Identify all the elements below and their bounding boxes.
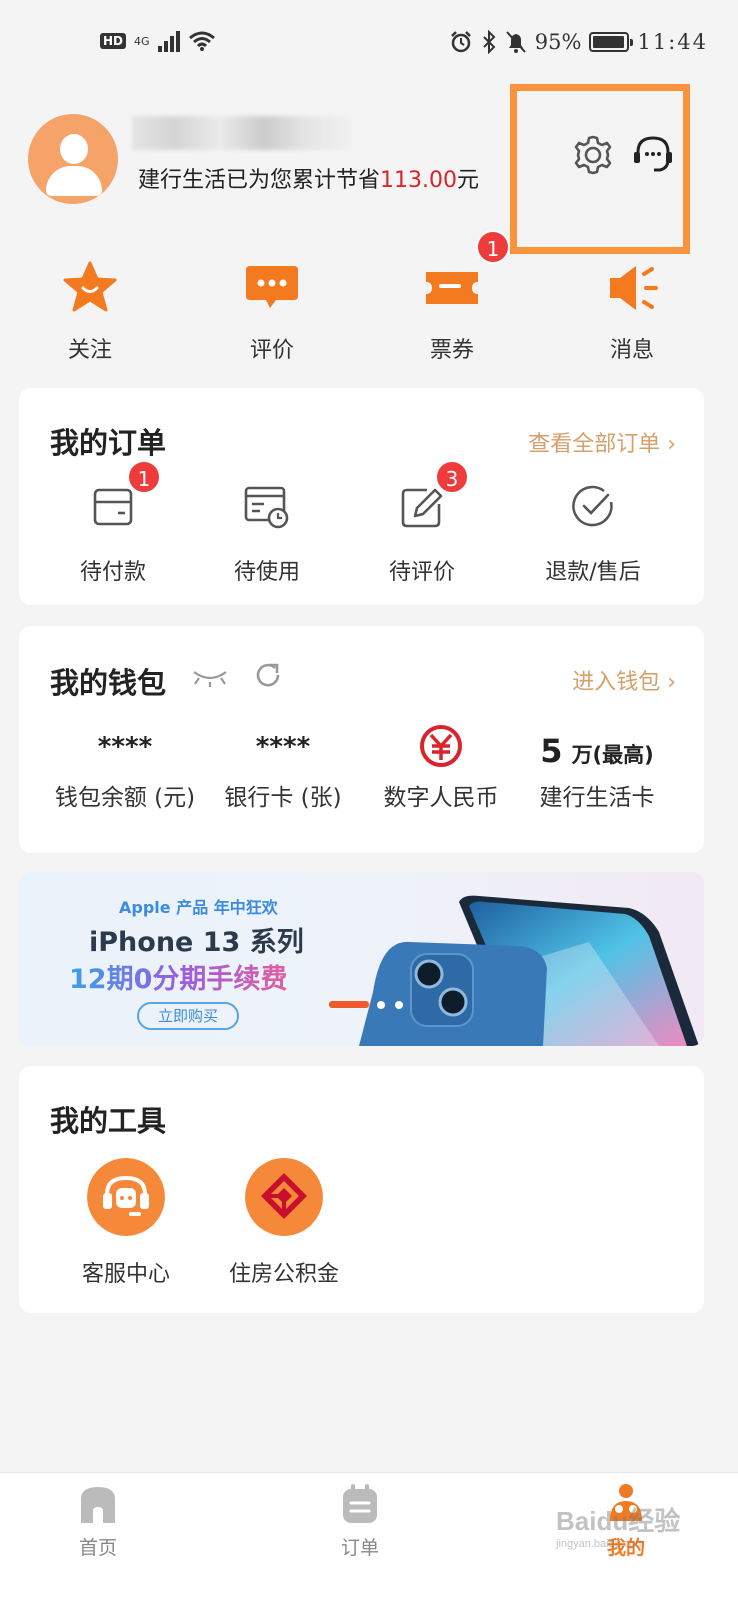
wifi-icon <box>188 31 215 51</box>
network-type: 4G <box>134 34 150 48</box>
banner-top-text: Apple 产品 年中狂欢 <box>119 898 278 917</box>
pending-payment-badge: 1 <box>127 460 161 494</box>
banner-title: iPhone 13 系列 <box>89 927 304 958</box>
tool-customer-service[interactable]: 客服中心 <box>51 1158 201 1288</box>
ticket-icon <box>426 272 478 304</box>
watermark: Baidu经验 jingyan.baidu.com <box>556 1506 681 1550</box>
tools-title: 我的工具 <box>50 1104 167 1138</box>
digital-rmb-icon <box>420 725 462 767</box>
battery-icon <box>589 32 634 52</box>
bank-cards[interactable]: **** 银行卡 (张) <box>193 732 373 812</box>
alarm-icon <box>450 31 471 53</box>
quick-action-messages[interactable]: 消息 <box>572 258 692 364</box>
quick-action-review[interactable]: 评价 <box>212 258 332 364</box>
status-left: HD 4G <box>100 30 216 52</box>
chat-icon <box>246 266 298 308</box>
quick-action-follow[interactable]: 关注 <box>30 258 150 364</box>
refresh-icon[interactable] <box>253 660 283 690</box>
bluetooth-icon <box>483 30 496 54</box>
status-right: 95% 11:44 <box>449 30 708 54</box>
order-refund[interactable]: 退款/售后 <box>513 482 673 586</box>
order-pending-payment[interactable]: 待付款 <box>33 482 193 586</box>
order-to-review[interactable]: 待评价 <box>342 482 502 586</box>
ccb-life-card[interactable]: 5 万(最高) 建行生活卡 <box>507 732 687 812</box>
buy-now-button[interactable]: 立即购买 <box>137 1002 239 1030</box>
hd-indicator: HD <box>100 33 127 49</box>
order-icon <box>343 1484 377 1523</box>
digital-rmb[interactable]: 数字人民币 <box>351 725 531 812</box>
card-clock-icon <box>244 486 289 529</box>
bottom-nav: 首页 订单 我的 Baidu经验 jingyan.baidu.com <box>0 1472 738 1600</box>
view-all-orders-link[interactable]: 查看全部订单 › <box>528 426 676 458</box>
orders-title: 我的订单 <box>50 426 167 460</box>
eye-closed-icon[interactable] <box>191 664 229 688</box>
orders-card: 我的订单 查看全部订单 › 待付款 1 待使用 待评价 3 退款/售后 <box>19 388 704 605</box>
tool-housing-fund[interactable]: 住房公积金 <box>209 1158 359 1288</box>
wallet-card: 我的钱包 进入钱包 › **** 钱包余额 (元) **** 银行卡 (张) 数… <box>19 626 704 853</box>
wallet-balance[interactable]: **** 钱包余额 (元) <box>35 732 215 812</box>
iphone-image <box>329 895 699 1046</box>
to-review-badge: 3 <box>435 460 469 494</box>
signal-icon <box>157 30 180 52</box>
tools-card: 我的工具 客服中心 住房公积金 <box>19 1066 704 1313</box>
battery-percent: 95% <box>534 30 582 54</box>
wallet-card-icon <box>93 488 133 526</box>
promo-banner[interactable]: Apple 产品 年中狂欢 iPhone 13 系列 12期0分期手续费 立即购… <box>19 872 704 1046</box>
savings-text: 建行生活已为您累计节省113.00元 <box>138 168 480 193</box>
order-to-use[interactable]: 待使用 <box>187 482 347 586</box>
star-icon <box>63 261 117 312</box>
username-blurred <box>132 116 352 150</box>
banner-subtitle: 12期0分期手续费 <box>69 957 287 996</box>
speaker-icon <box>610 266 658 310</box>
savings-amount: 113.00 <box>380 168 457 193</box>
headset-icon <box>87 1158 165 1236</box>
gear-icon[interactable] <box>570 132 616 178</box>
tab-home[interactable]: 首页 <box>38 1481 158 1560</box>
housing-fund-icon <box>245 1158 323 1236</box>
mute-icon <box>506 31 526 53</box>
tab-orders[interactable]: 订单 <box>300 1481 420 1560</box>
avatar[interactable] <box>28 114 118 204</box>
home-icon <box>81 1487 115 1523</box>
check-circle-icon <box>572 485 613 527</box>
wallet-title: 我的钱包 <box>50 666 167 700</box>
status-bar: HD 4G 95% 11:44 <box>0 0 738 90</box>
clock: 11:44 <box>637 30 708 54</box>
quick-action-coupons[interactable]: 票券 <box>392 258 512 364</box>
enter-wallet-link[interactable]: 进入钱包 › <box>572 664 676 696</box>
coupon-badge: 1 <box>476 230 510 264</box>
customer-service-icon[interactable] <box>630 132 676 178</box>
